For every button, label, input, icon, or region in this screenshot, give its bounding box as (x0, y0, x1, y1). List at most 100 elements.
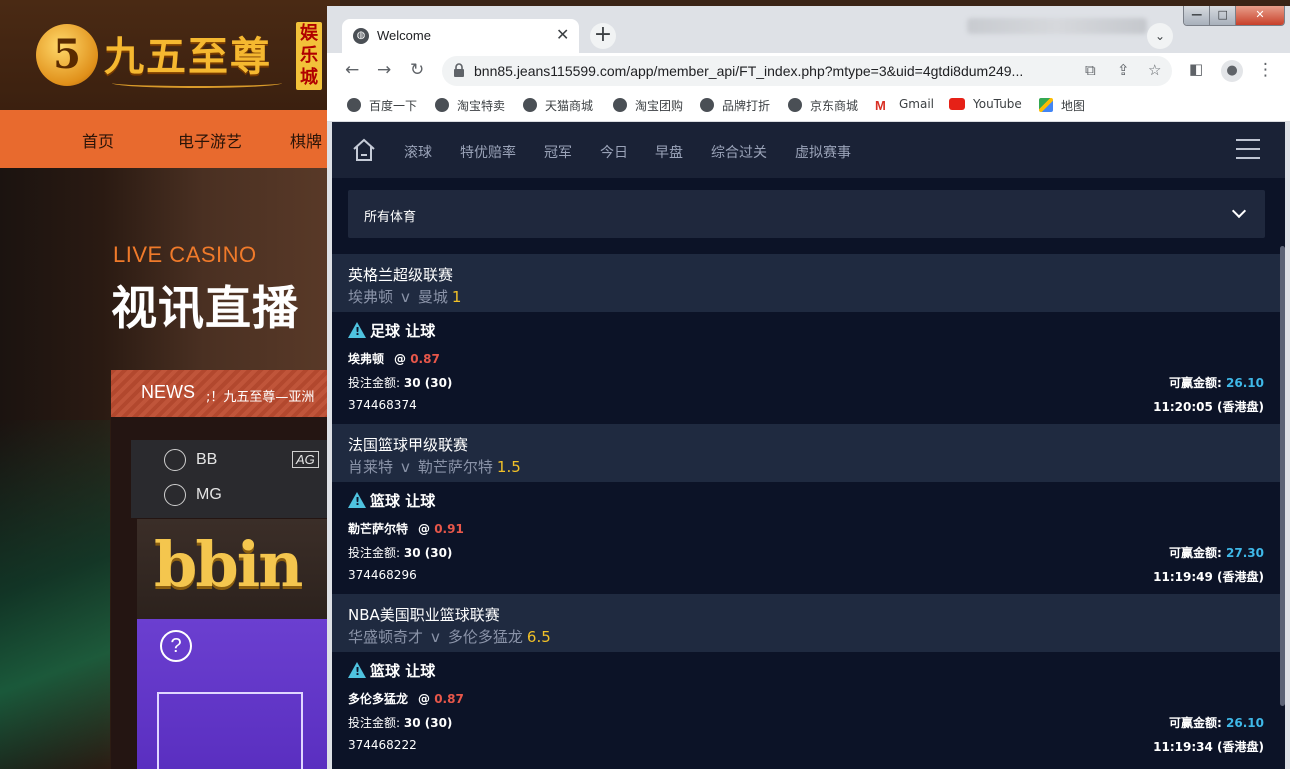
close-icon[interactable]: ✕ (556, 25, 569, 44)
bet-pick: 多伦多猛龙 @ 0.87 (348, 690, 464, 707)
sport-filter-dropdown[interactable]: 所有体育 (348, 190, 1265, 238)
url-text[interactable]: bnn85.jeans115599.com/app/member_api/FT_… (474, 63, 1079, 79)
casino-logo-icon[interactable]: 5 (36, 24, 98, 86)
match-header[interactable]: NBA美国职业篮球联赛 华盛顿奇才 v 多伦多猛龙 6.5 (332, 594, 1280, 652)
bet-pick: 勒芒萨尔特 @ 0.91 (348, 520, 464, 537)
live-casino-label: LIVE CASINO (113, 242, 257, 267)
bookmark-taobao-sale[interactable]: 淘宝特卖 (435, 97, 505, 114)
versus-label: v (431, 628, 440, 646)
new-tab-button[interactable]: + (590, 23, 616, 49)
casino-nav (0, 110, 340, 168)
bet-id: 374468374 (348, 398, 417, 412)
browser-toolbar: ← → ↻ bnn85.jeans115599.com/app/member_a… (327, 53, 1290, 89)
bookmark-label: 淘宝特卖 (457, 99, 506, 113)
bookmark-gmail[interactable]: M Gmail (875, 97, 934, 113)
casino-nav-cards[interactable]: 棋牌 (290, 128, 322, 152)
nav-special-odds[interactable]: 特优赔率 (460, 142, 516, 162)
star-icon[interactable]: ☆ (1148, 61, 1161, 79)
bet-stake: 投注金额: 30 (30) (348, 714, 452, 731)
win-label: 可赢金额: (1169, 716, 1222, 730)
stake-label: 投注金额: (348, 716, 401, 730)
bookmark-label: 天猫商城 (545, 99, 594, 113)
ornament-frame (157, 692, 303, 769)
share-icon[interactable]: ⇪ (1117, 61, 1130, 79)
bet-slip: 篮球 让球 勒芒萨尔特 @ 0.91 投注金额: 30 (30) 37446829… (332, 482, 1280, 594)
bookmark-taobao-group[interactable]: 淘宝团购 (613, 97, 683, 114)
casino-nav-home[interactable]: 首页 (82, 128, 114, 152)
help-icon[interactable]: ? (160, 630, 192, 662)
gmail-icon: M (875, 98, 886, 113)
bet-win: 可赢金额: 27.30 (1169, 544, 1264, 561)
handicap: 6.5 (526, 628, 551, 646)
hamburger-menu-icon[interactable] (1236, 139, 1260, 159)
more-menu-icon[interactable]: ⋮ (1257, 60, 1274, 80)
nav-today[interactable]: 今日 (600, 142, 628, 162)
lock-icon[interactable] (454, 63, 464, 77)
maximize-button[interactable]: □ (1209, 6, 1235, 25)
mg-icon (164, 484, 186, 506)
bet-type-label: 足球 让球 (370, 322, 436, 340)
pick-team: 多伦多猛龙 (348, 692, 409, 706)
bookmark-maps[interactable]: 地图 (1039, 97, 1085, 114)
side-panel-icon[interactable]: ◧ (1189, 60, 1203, 78)
warning-icon (348, 492, 366, 508)
bookmark-label: 品牌打折 (722, 99, 771, 113)
nav-early[interactable]: 早盘 (655, 142, 683, 162)
bet-stake: 投注金额: 30 (30) (348, 374, 452, 391)
bet-type: 足球 让球 (348, 320, 435, 341)
address-bar[interactable]: bnn85.jeans115599.com/app/member_api/FT_… (442, 56, 1172, 86)
bet-id: 374468222 (348, 738, 417, 752)
globe-icon (700, 98, 714, 112)
nav-virtual[interactable]: 虚拟赛事 (795, 142, 851, 162)
versus-label: v (401, 458, 410, 476)
close-window-button[interactable]: ✕ (1234, 6, 1284, 25)
logo-ornament (112, 78, 282, 88)
translate-icon[interactable]: ⧉ (1085, 61, 1096, 79)
bet-time: 11:19:34 (香港盘) (1153, 740, 1264, 754)
ag-icon[interactable]: AG (292, 451, 319, 468)
globe-icon: ◍ (353, 28, 369, 44)
browser-tab[interactable]: ◍ Welcome ✕ (342, 19, 579, 53)
redacted-area (967, 18, 1147, 34)
bookmark-baidu[interactable]: 百度一下 (347, 97, 417, 114)
stake-value: 30 (30) (403, 716, 453, 730)
handicap: 1.5 (496, 458, 521, 476)
nav-parlay[interactable]: 综合过关 (711, 142, 767, 162)
bookmarks-bar: 百度一下 淘宝特卖 天猫商城 淘宝团购 品牌打折 京东商城 M Gmail You… (327, 89, 1290, 122)
nav-inplay[interactable]: 滚球 (404, 142, 432, 162)
match-teams: 埃弗顿 v 曼城 1 (348, 286, 461, 307)
window-controls: — □ ✕ (1183, 6, 1285, 26)
hero-title: 视讯直播 (111, 281, 299, 335)
match-header[interactable]: 法国篮球甲级联赛 肖莱特 v 勒芒萨尔特 1.5 (332, 424, 1280, 482)
match-header[interactable]: 英格兰超级联赛 埃弗顿 v 曼城 1 (332, 254, 1280, 312)
stake-value: 30 (30) (403, 546, 453, 560)
home-team: 埃弗顿 (348, 288, 394, 306)
news-ticker[interactable]: ;！九五至尊—亚洲 (206, 386, 326, 405)
bbin-logo: bbin (154, 528, 303, 601)
bookmark-brand-discount[interactable]: 品牌打折 (700, 97, 770, 114)
bookmark-jd[interactable]: 京东商城 (788, 97, 858, 114)
bet-type-label: 篮球 让球 (370, 492, 436, 510)
odds-value: 0.87 (434, 692, 464, 706)
forward-icon[interactable]: → (377, 60, 391, 80)
scrollbar[interactable] (1280, 246, 1285, 706)
back-icon[interactable]: ← (345, 60, 359, 80)
bookmark-tmall[interactable]: 天猫商城 (523, 97, 593, 114)
provider-tab-mg[interactable]: MG (196, 486, 222, 504)
nav-outright[interactable]: 冠军 (544, 142, 572, 162)
casino-logo-text[interactable]: 九五至尊 (104, 24, 272, 82)
reload-icon[interactable]: ↻ (410, 60, 424, 80)
handicap: 1 (451, 288, 462, 306)
casino-nav-slots[interactable]: 电子游艺 (178, 128, 242, 152)
home-icon[interactable] (352, 138, 376, 162)
bookmark-youtube[interactable]: YouTube (949, 97, 1022, 111)
away-team: 曼城 (417, 288, 448, 306)
win-label: 可赢金额: (1169, 546, 1222, 560)
profile-icon[interactable]: ● (1221, 60, 1243, 82)
bet-id: 374468296 (348, 568, 417, 582)
chevron-down-icon[interactable]: ⌄ (1147, 23, 1173, 49)
win-label: 可赢金额: (1169, 376, 1222, 390)
bet-slip: 篮球 让球 多伦多猛龙 @ 0.87 投注金额: 30 (30) 37446822… (332, 652, 1280, 764)
minimize-button[interactable]: — (1184, 6, 1210, 25)
provider-tab-bb[interactable]: BB (196, 451, 217, 469)
